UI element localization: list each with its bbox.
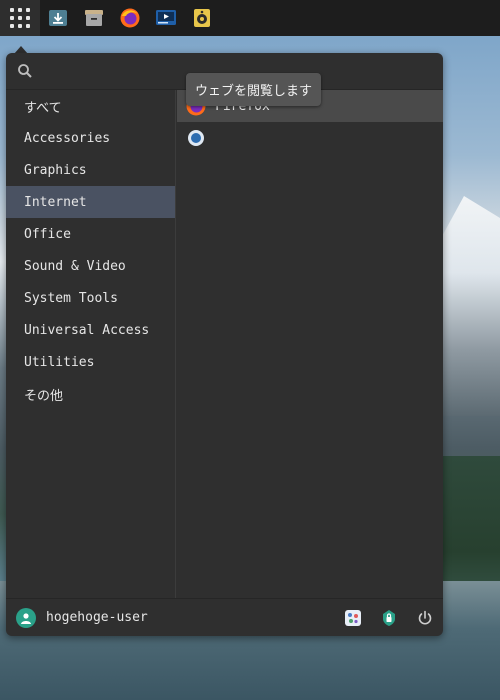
app-item-network[interactable] bbox=[177, 122, 443, 154]
app-grid-icon bbox=[10, 8, 30, 28]
category-label: System Tools bbox=[24, 290, 118, 306]
avatar[interactable] bbox=[16, 607, 36, 628]
archive-manager-icon bbox=[85, 10, 103, 26]
category-system-tools[interactable]: System Tools bbox=[6, 282, 175, 314]
launcher-sound[interactable] bbox=[184, 0, 220, 36]
username[interactable]: hogehoge-user bbox=[46, 610, 148, 625]
category-other[interactable]: その他 bbox=[6, 378, 175, 410]
launcher-downloads[interactable] bbox=[40, 0, 76, 36]
network-app-icon bbox=[185, 127, 207, 149]
category-label: Internet bbox=[24, 194, 87, 210]
category-universal-access[interactable]: Universal Access bbox=[6, 314, 175, 346]
category-all[interactable]: すべて bbox=[6, 90, 175, 122]
applications-menu-button[interactable] bbox=[0, 0, 40, 36]
top-panel bbox=[0, 0, 500, 36]
user-icon bbox=[21, 612, 31, 624]
category-label: すべて bbox=[24, 100, 62, 116]
category-sound-video[interactable]: Sound & Video bbox=[6, 250, 175, 282]
lock-button[interactable] bbox=[371, 599, 407, 637]
category-label: Office bbox=[24, 226, 71, 242]
applications-menu: すべて Accessories Graphics Internet Office… bbox=[6, 53, 443, 636]
settings-icon bbox=[345, 609, 361, 626]
app-list: Firefox bbox=[177, 90, 443, 598]
launcher-media-player[interactable] bbox=[148, 0, 184, 36]
app-tooltip: ウェブを閲覧します bbox=[186, 73, 322, 106]
category-office[interactable]: Office bbox=[6, 218, 175, 250]
category-utilities[interactable]: Utilities bbox=[6, 346, 175, 378]
power-icon bbox=[418, 610, 432, 625]
category-accessories[interactable]: Accessories bbox=[6, 122, 175, 154]
category-label: その他 bbox=[24, 388, 64, 404]
speaker-icon bbox=[194, 9, 210, 27]
category-label: Graphics bbox=[24, 162, 87, 178]
category-label: Sound & Video bbox=[24, 258, 126, 274]
lock-icon bbox=[383, 609, 395, 626]
menu-footer: hogehoge-user bbox=[6, 598, 443, 636]
power-button[interactable] bbox=[407, 599, 443, 637]
category-list: すべて Accessories Graphics Internet Office… bbox=[6, 90, 176, 598]
firefox-icon bbox=[120, 8, 140, 28]
settings-button[interactable] bbox=[335, 599, 371, 637]
category-graphics[interactable]: Graphics bbox=[6, 154, 175, 186]
launcher-firefox[interactable] bbox=[112, 0, 148, 36]
launcher-archive-manager[interactable] bbox=[76, 0, 112, 36]
download-icon bbox=[49, 10, 67, 26]
search-icon bbox=[18, 64, 32, 78]
mountain bbox=[440, 196, 500, 416]
category-label: Accessories bbox=[24, 130, 111, 146]
category-label: Utilities bbox=[24, 354, 95, 370]
category-label: Universal Access bbox=[24, 322, 150, 338]
media-player-icon bbox=[156, 10, 176, 25]
category-internet[interactable]: Internet bbox=[6, 186, 175, 218]
